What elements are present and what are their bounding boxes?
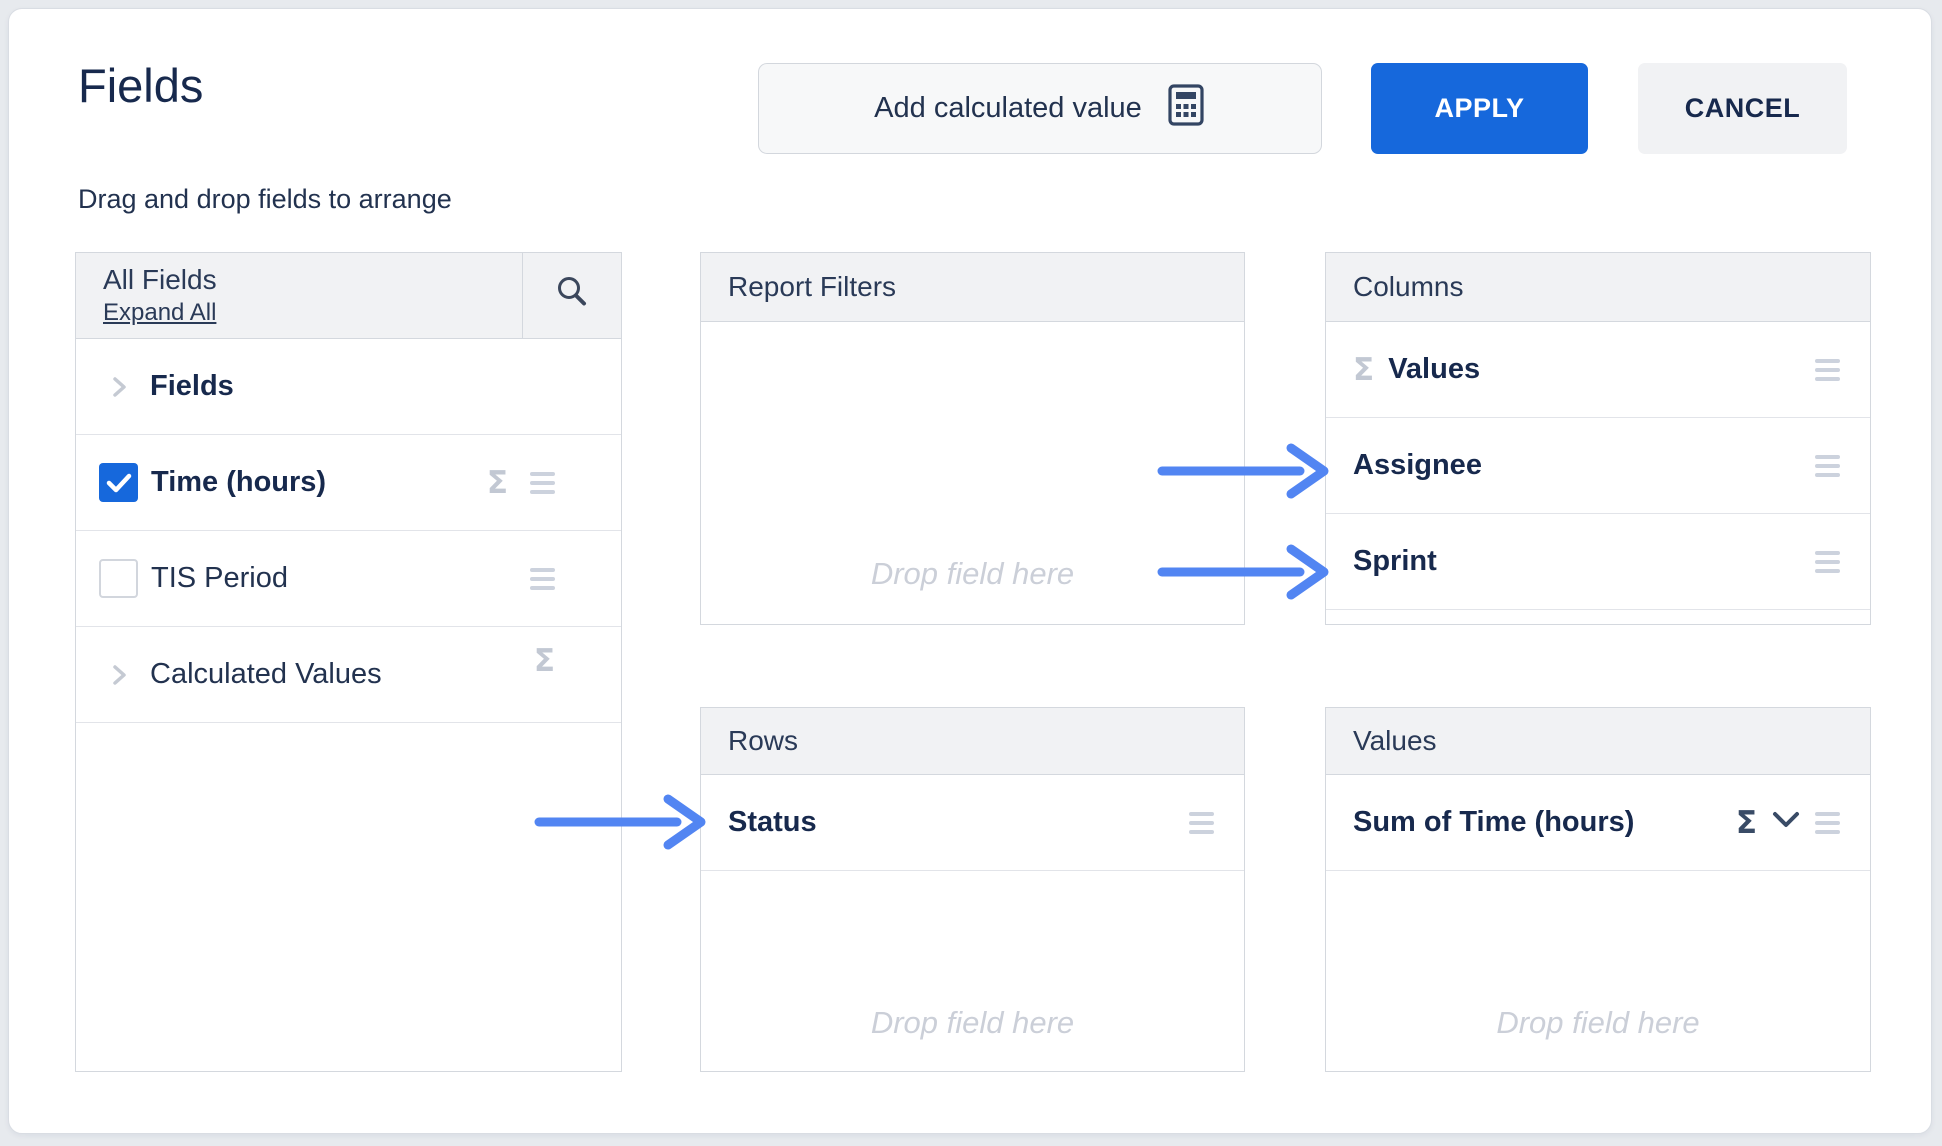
chevron-right-icon[interactable] xyxy=(112,375,150,399)
add-calculated-value-button[interactable]: Add calculated value xyxy=(758,63,1322,154)
row-icons xyxy=(530,531,555,626)
drag-handle-icon[interactable] xyxy=(1815,359,1840,381)
drag-handle-icon[interactable] xyxy=(530,472,555,494)
columns-item-sprint[interactable]: Sprint xyxy=(1326,514,1870,610)
field-item-tis-period[interactable]: TIS Period xyxy=(76,531,621,627)
values-item-label: Sum of Time (hours) xyxy=(1353,806,1634,839)
values-panel: Values Sum of Time (hours) Σ Drop field … xyxy=(1325,707,1871,1072)
drop-placeholder: Drop field here xyxy=(701,556,1244,592)
all-fields-header-text: All Fields Expand All xyxy=(76,264,522,326)
all-fields-panel: All Fields Expand All Fields xyxy=(75,252,622,1072)
cancel-button[interactable]: CANCEL xyxy=(1638,63,1847,154)
report-filters-dropzone[interactable]: Drop field here xyxy=(701,322,1244,624)
add-calculated-value-label: Add calculated value xyxy=(874,92,1142,125)
row-icons xyxy=(1815,514,1840,609)
drag-handle-icon[interactable] xyxy=(1189,812,1214,834)
page-title: Fields xyxy=(78,58,203,113)
columns-panel: Columns Σ Values Assignee Sprint xyxy=(1325,252,1871,625)
sigma-icon: Σ xyxy=(487,465,508,501)
columns-header: Columns xyxy=(1326,253,1870,322)
all-fields-title: All Fields xyxy=(103,264,522,296)
apply-button[interactable]: APPLY xyxy=(1371,63,1588,154)
expand-all-link[interactable]: Expand All xyxy=(103,299,216,327)
page-subtitle: Drag and drop fields to arrange xyxy=(78,184,452,215)
sigma-icon: Σ xyxy=(1736,805,1757,841)
drag-handle-icon[interactable] xyxy=(1815,812,1840,834)
chevron-down-icon[interactable] xyxy=(1771,810,1801,835)
chevron-right-icon[interactable] xyxy=(112,663,150,687)
field-item-time-hours[interactable]: Time (hours) Σ xyxy=(76,435,621,531)
rows-dropzone[interactable]: Drop field here xyxy=(701,871,1244,1073)
columns-item-label: Values xyxy=(1388,353,1480,386)
report-filters-panel: Report Filters Drop field here xyxy=(700,252,1245,625)
fields-dialog: Fields Drag and drop fields to arrange A… xyxy=(0,0,1942,1146)
field-item-label: Fields xyxy=(150,370,234,403)
field-item-label: Time (hours) xyxy=(151,466,326,499)
columns-item-label: Assignee xyxy=(1353,449,1482,482)
calculator-icon xyxy=(1166,83,1206,135)
row-icons: Σ xyxy=(487,435,555,530)
field-item-calculated-values[interactable]: Calculated Values Σ xyxy=(76,627,621,723)
search-icon xyxy=(554,274,590,317)
report-filters-header: Report Filters xyxy=(701,253,1244,322)
field-item-fields[interactable]: Fields xyxy=(76,339,621,435)
sigma-icon: Σ xyxy=(534,643,555,679)
columns-item-label: Sprint xyxy=(1353,545,1437,578)
search-button[interactable] xyxy=(522,253,621,338)
values-dropzone[interactable]: Drop field here xyxy=(1326,871,1870,1073)
drag-handle-icon[interactable] xyxy=(1815,455,1840,477)
rows-item-label: Status xyxy=(728,806,817,839)
all-fields-header: All Fields Expand All xyxy=(76,253,621,339)
field-item-label: Calculated Values xyxy=(150,658,382,691)
values-item-sum-of-time[interactable]: Sum of Time (hours) Σ xyxy=(1326,775,1870,871)
rows-header: Rows xyxy=(701,708,1244,775)
row-icons xyxy=(1815,418,1840,513)
row-icons xyxy=(1189,775,1214,870)
row-icons: Σ xyxy=(534,627,555,722)
drag-handle-icon[interactable] xyxy=(530,568,555,590)
columns-item-values[interactable]: Σ Values xyxy=(1326,322,1870,418)
drag-handle-icon[interactable] xyxy=(1815,551,1840,573)
time-hours-checkbox[interactable] xyxy=(99,463,138,502)
row-icons: Σ xyxy=(1736,775,1840,870)
values-header: Values xyxy=(1326,708,1870,775)
rows-panel: Rows Status Drop field here xyxy=(700,707,1245,1072)
field-item-label: TIS Period xyxy=(151,562,288,595)
columns-item-assignee[interactable]: Assignee xyxy=(1326,418,1870,514)
tis-period-checkbox[interactable] xyxy=(99,559,138,598)
row-icons xyxy=(1815,322,1840,417)
drop-placeholder: Drop field here xyxy=(701,1005,1244,1041)
drop-placeholder: Drop field here xyxy=(1326,1005,1870,1041)
rows-item-status[interactable]: Status xyxy=(701,775,1244,871)
sigma-icon: Σ xyxy=(1353,352,1374,388)
